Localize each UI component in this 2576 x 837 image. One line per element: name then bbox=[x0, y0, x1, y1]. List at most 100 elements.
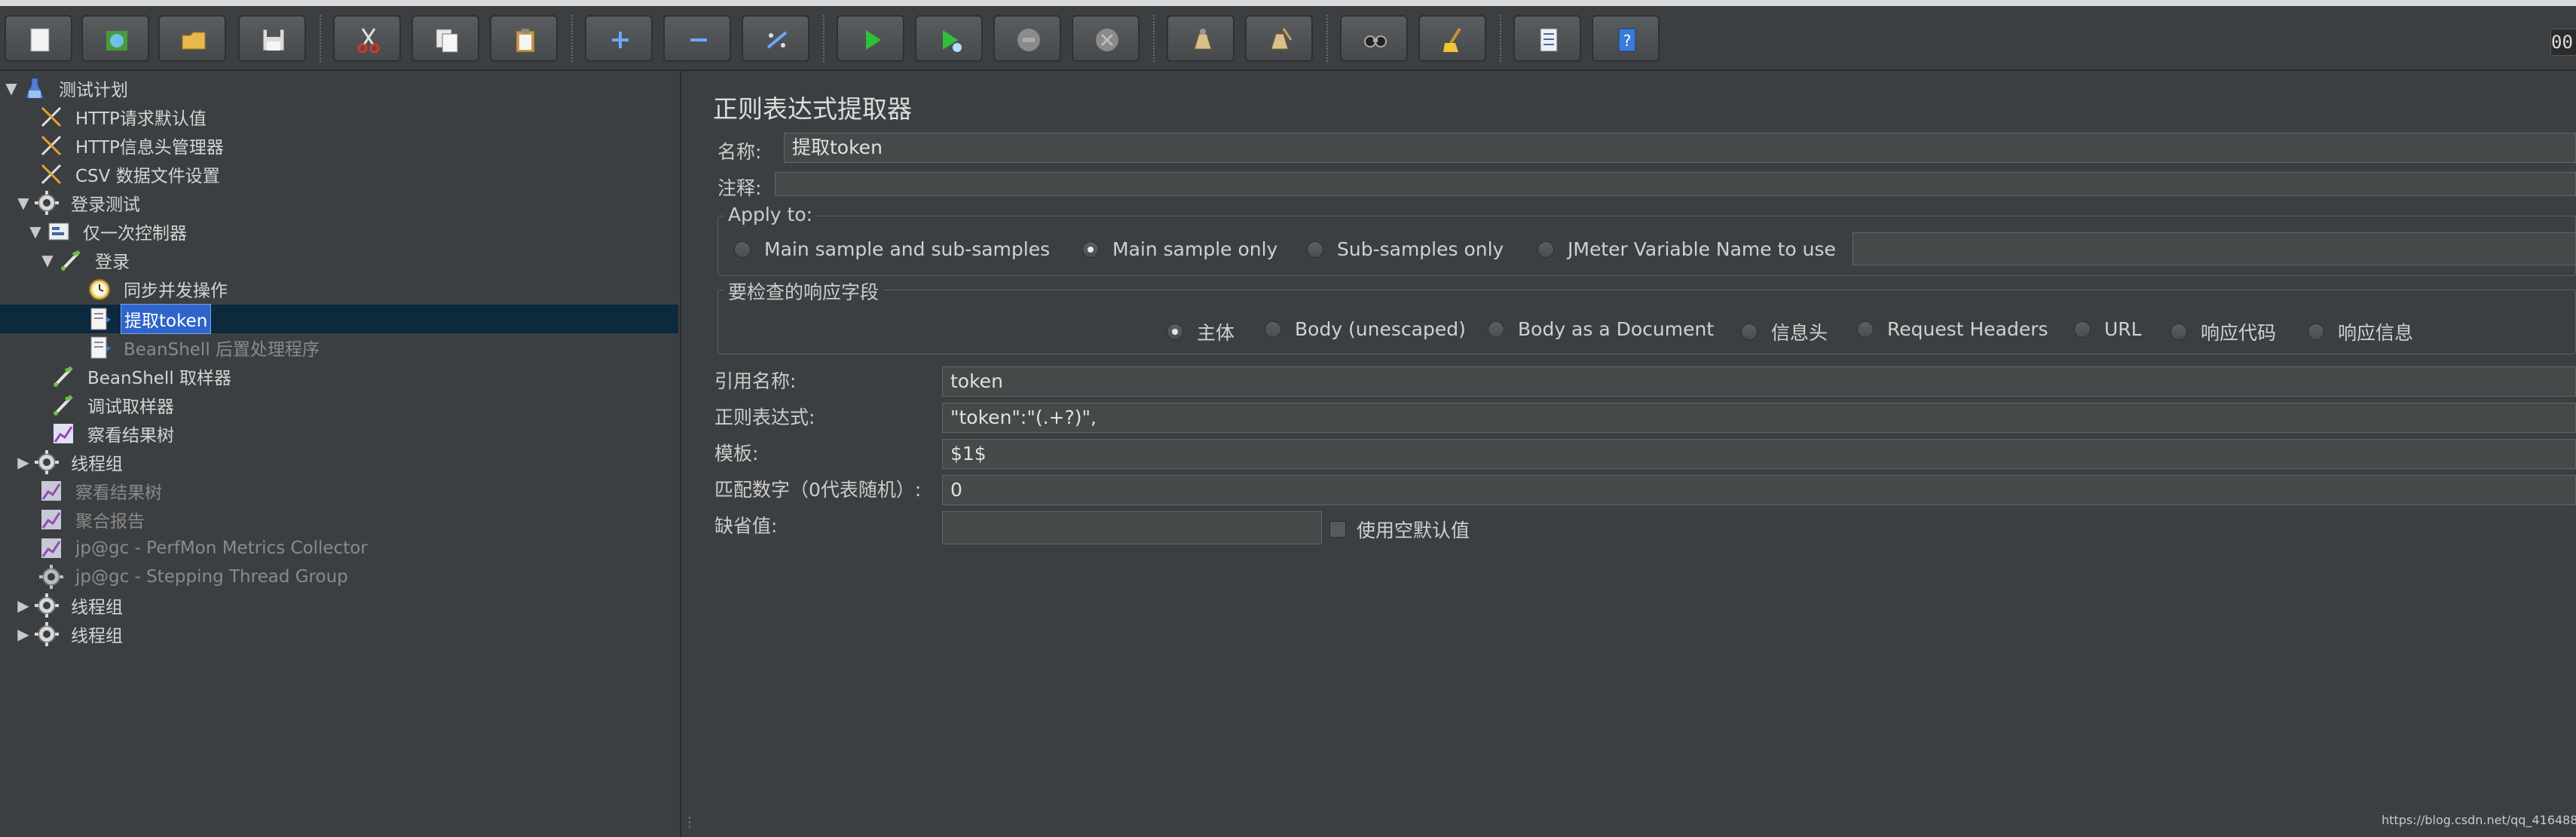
function-helper-button[interactable] bbox=[1513, 15, 1581, 62]
test-plan-tree[interactable]: ▼ 测试计划 HTTP请求默认值 HTTP信息头管理器 CSV 数据文件设置 ▼… bbox=[0, 71, 681, 837]
radio-sub-samples-only[interactable]: Sub-samples only bbox=[1307, 238, 1504, 260]
name-field[interactable]: 提取token bbox=[784, 133, 2576, 163]
expand-toggle-icon[interactable]: ▼ bbox=[27, 222, 44, 241]
collapse-all-button[interactable] bbox=[663, 15, 731, 62]
radio-button-icon bbox=[1741, 323, 1758, 340]
radio-jmeter-variable[interactable]: JMeter Variable Name to use bbox=[1537, 238, 1836, 260]
clear-all-icon bbox=[1271, 28, 1293, 50]
stop-button[interactable] bbox=[993, 15, 1061, 62]
templates-button[interactable] bbox=[81, 15, 149, 62]
tree-item-thread-group-1[interactable]: ▶ 线程组 bbox=[15, 448, 126, 477]
use-empty-default-checkbox[interactable]: 使用空默认值 bbox=[1329, 516, 1470, 543]
tree-item-label: HTTP请求默认值 bbox=[75, 109, 207, 129]
tree-item-http-defaults[interactable]: HTTP请求默认值 bbox=[20, 103, 210, 131]
shutdown-button[interactable] bbox=[1072, 15, 1140, 62]
tree-item-beanshell-postprocessor[interactable]: BeanShell 后置处理程序 bbox=[68, 333, 323, 362]
tree-item-label: BeanShell 后置处理程序 bbox=[124, 340, 320, 360]
radio-response-code[interactable]: 响应代码 bbox=[2171, 318, 2276, 345]
radio-response-message[interactable]: 响应信息 bbox=[2308, 318, 2413, 345]
clear-all-button[interactable] bbox=[1245, 15, 1313, 62]
tree-item-label: 测试计划 bbox=[59, 81, 128, 100]
radio-body-as-document[interactable]: Body as a Document bbox=[1488, 318, 1714, 340]
save-icon bbox=[262, 29, 285, 51]
tree-item-thread-group-2[interactable]: ▶ 线程组 bbox=[15, 591, 126, 620]
radio-body[interactable]: 主体 bbox=[1167, 318, 1234, 345]
tree-item-label: 线程组 bbox=[71, 455, 123, 474]
watermark-text: https://blog.csdn.net/qq_41648820 bbox=[2382, 813, 2576, 827]
copy-button[interactable] bbox=[411, 15, 479, 62]
reset-search-button[interactable] bbox=[1418, 15, 1486, 62]
tree-item-view-results-tree-disabled[interactable]: 察看结果树 bbox=[20, 477, 165, 505]
match-number-field[interactable]: 0 bbox=[942, 475, 2576, 505]
expand-toggle-icon[interactable]: ▼ bbox=[15, 194, 32, 212]
tree-item-sync-timer[interactable]: 同步并发操作 bbox=[68, 274, 231, 303]
toggle-icon bbox=[766, 31, 788, 49]
search-button[interactable] bbox=[1340, 15, 1408, 62]
open-button[interactable] bbox=[158, 15, 226, 62]
tree-item-label: 察看结果树 bbox=[75, 483, 162, 503]
tree-item-test-plan[interactable]: ▼ 测试计划 bbox=[3, 74, 131, 103]
template-label: 模板: bbox=[714, 443, 759, 464]
tree-item-view-results-tree[interactable]: 察看结果树 bbox=[32, 419, 177, 448]
radio-button-selected-icon bbox=[1167, 323, 1183, 340]
tree-item-http-header-manager[interactable]: HTTP信息头管理器 bbox=[20, 131, 227, 160]
thread-group-icon bbox=[32, 449, 62, 475]
expand-toggle-icon[interactable]: ▶ bbox=[15, 596, 32, 615]
tree-item-label: 线程组 bbox=[71, 627, 123, 646]
config-element-icon bbox=[36, 161, 66, 187]
tree-item-extract-token[interactable]: 提取token bbox=[68, 304, 212, 334]
elapsed-time-display: 00 bbox=[2550, 29, 2576, 56]
start-button[interactable] bbox=[837, 15, 904, 62]
reference-name-field[interactable]: token bbox=[942, 366, 2576, 397]
radio-url[interactable]: URL bbox=[2074, 318, 2142, 340]
tree-item-aggregate-report[interactable]: 聚合报告 bbox=[20, 505, 148, 534]
tree-item-csv-config[interactable]: CSV 数据文件设置 bbox=[20, 160, 223, 189]
panel-splitter[interactable] bbox=[680, 71, 695, 837]
tree-item-label: 调试取样器 bbox=[87, 397, 174, 417]
expand-toggle-icon[interactable]: ▼ bbox=[3, 79, 20, 97]
regex-field[interactable]: "token":"(.+?)", bbox=[942, 403, 2576, 433]
radio-request-headers[interactable]: Request Headers bbox=[1857, 318, 2048, 340]
tree-item-label: 登录 bbox=[95, 253, 130, 272]
comment-field[interactable] bbox=[775, 172, 2576, 196]
function-helper-icon bbox=[1540, 28, 1558, 52]
toolbar-separator bbox=[1326, 15, 1329, 62]
tree-item-once-only-controller[interactable]: ▼ 仅一次控制器 bbox=[27, 217, 190, 246]
expand-all-button[interactable] bbox=[585, 15, 653, 62]
controller-icon bbox=[44, 219, 74, 244]
tree-item-login-sampler[interactable]: ▼ 登录 bbox=[39, 246, 133, 274]
tree-item-thread-group-3[interactable]: ▶ 线程组 bbox=[15, 620, 126, 648]
radio-response-headers[interactable]: 信息头 bbox=[1741, 318, 1828, 345]
save-button[interactable] bbox=[238, 15, 306, 62]
reset-search-icon bbox=[1443, 27, 1461, 52]
tree-item-debug-sampler[interactable]: 调试取样器 bbox=[32, 391, 177, 419]
cut-button[interactable] bbox=[333, 15, 401, 62]
radio-body-unescaped[interactable]: Body (unescaped) bbox=[1265, 318, 1466, 340]
start-no-pauses-button[interactable] bbox=[915, 15, 983, 62]
toggle-button[interactable] bbox=[742, 15, 809, 62]
radio-button-icon bbox=[1857, 320, 1874, 338]
tree-item-beanshell-sampler[interactable]: BeanShell 取样器 bbox=[32, 362, 234, 391]
radio-button-icon bbox=[1537, 241, 1554, 258]
default-value-field[interactable] bbox=[942, 511, 1322, 544]
post-processor-icon bbox=[84, 306, 115, 332]
tree-item-login-test[interactable]: ▼ 登录测试 bbox=[15, 189, 143, 217]
reference-name-label: 引用名称: bbox=[714, 370, 797, 392]
paste-button[interactable] bbox=[490, 15, 558, 62]
help-button[interactable]: ? bbox=[1592, 15, 1660, 62]
expand-toggle-icon[interactable]: ▶ bbox=[15, 625, 32, 643]
template-field[interactable]: $1$ bbox=[942, 439, 2576, 469]
new-file-icon bbox=[30, 28, 50, 52]
radio-main-and-sub-samples[interactable]: Main sample and sub-samples bbox=[734, 238, 1050, 260]
listener-icon bbox=[36, 478, 66, 504]
clear-icon bbox=[1194, 29, 1212, 50]
radio-main-sample-only[interactable]: Main sample only bbox=[1082, 238, 1277, 260]
tree-item-perfmon-collector[interactable]: jp@gc - PerfMon Metrics Collector bbox=[20, 534, 371, 563]
toolbar-separator bbox=[320, 15, 323, 62]
expand-toggle-icon[interactable]: ▶ bbox=[15, 453, 32, 471]
new-button[interactable] bbox=[5, 15, 72, 62]
tree-item-stepping-thread-group[interactable]: jp@gc - Stepping Thread Group bbox=[20, 563, 351, 591]
clear-button[interactable] bbox=[1167, 15, 1234, 62]
expand-toggle-icon[interactable]: ▼ bbox=[39, 251, 56, 269]
jmeter-variable-name-field[interactable] bbox=[1852, 232, 2576, 265]
